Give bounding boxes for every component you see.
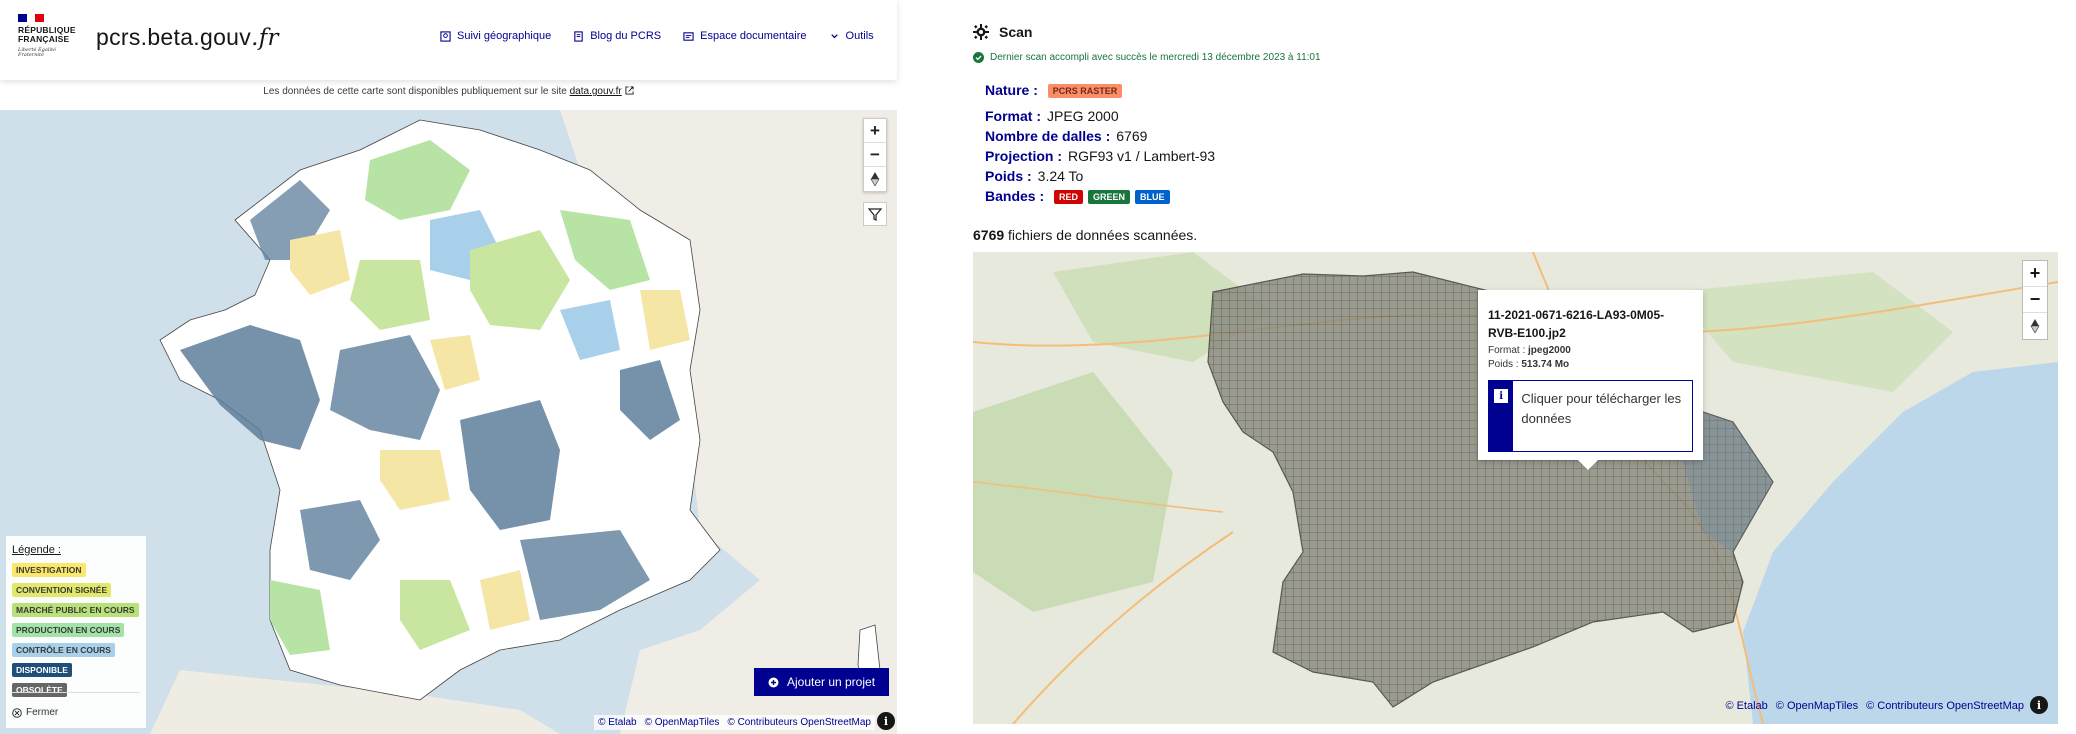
last-scan-status: Dernier scan accompli avec succès le mer… [973, 52, 1321, 63]
info-icon[interactable]: i [877, 712, 895, 730]
info-icon: i [1494, 389, 1509, 403]
legend-close-button[interactable]: Fermer [12, 707, 58, 718]
legend-badge: CONVENTION SIGNÉE [12, 583, 112, 597]
bandes-tags: RED GREEN BLUE [1054, 188, 1175, 204]
gov-name: RÉPUBLIQUE FRANÇAISE [18, 25, 76, 44]
meta-projection: Projection : RGF93 v1 / Lambert-93 [985, 148, 1216, 164]
left-map-zoom-controls: + − [863, 118, 887, 192]
projects-map[interactable]: + − Légende : INVESTIGATION CONVENTION SI… [0, 110, 897, 734]
nav-item-suivi[interactable]: Suivi géographique [440, 30, 551, 42]
document-icon [683, 31, 694, 41]
nature-badge: PCRS RASTER [1047, 84, 1123, 98]
data-gouv-link[interactable]: data.gouv.fr [570, 86, 622, 97]
legend-badge: DISPONIBLE [12, 663, 72, 677]
chevron-down-icon [830, 33, 838, 38]
site-header: RÉPUBLIQUE FRANÇAISE Liberté Égalité Fra… [0, 0, 897, 80]
nav-item-documentaire[interactable]: Espace documentaire [683, 30, 807, 42]
french-flag-icon [18, 14, 45, 22]
scan-panel: Scan Dernier scan accompli avec succès l… [955, 0, 2076, 734]
book-icon [574, 30, 583, 42]
compass-button[interactable] [864, 167, 886, 191]
republique-francaise-logo[interactable]: RÉPUBLIQUE FRANÇAISE Liberté Égalité Fra… [18, 14, 80, 66]
motto: Liberté Égalité Fraternité [18, 47, 57, 58]
external-link-icon [625, 86, 634, 95]
popup-format: Format : jpeg2000 [1488, 345, 1571, 356]
etalab-link[interactable]: © Etalab [598, 717, 637, 728]
filter-icon [868, 208, 882, 221]
download-icon-bar: i [1489, 381, 1514, 451]
legend-badge: INVESTIGATION [12, 563, 86, 577]
nav-item-outils[interactable]: Outils [829, 30, 874, 42]
meta-poids: Poids :3.24 To [985, 168, 1084, 184]
zoom-in-button[interactable]: + [864, 119, 886, 143]
map-legend: Légende : INVESTIGATION CONVENTION SIGNÉE… [6, 536, 146, 728]
band-badge: GREEN [1088, 190, 1131, 204]
band-badge: BLUE [1135, 190, 1170, 204]
band-badge: RED [1054, 190, 1084, 204]
data-notice: Les données de cette carte sont disponib… [0, 86, 897, 97]
left-pane: RÉPUBLIQUE FRANÇAISE Liberté Égalité Fra… [0, 0, 897, 734]
map-icon [440, 30, 451, 42]
compass-button[interactable] [2023, 313, 2047, 339]
scan-heading: Scan [973, 24, 1032, 40]
osm-link[interactable]: © Contributeurs OpenStreetMap [727, 717, 871, 728]
files-count: 6769 fichiers de données scannées. [973, 227, 1198, 243]
osm-link[interactable]: © Contributeurs OpenStreetMap [1866, 700, 2024, 712]
close-circle-icon [12, 707, 22, 718]
legend-badge: MARCHÉ PUBLIC EN COURS [12, 603, 139, 617]
etalab-link[interactable]: © Etalab [1725, 700, 1767, 712]
legend-badge: PRODUCTION EN COURS [12, 623, 125, 637]
left-map-attribution: © Etalab © OpenMapTiles © Contributeurs … [594, 715, 875, 730]
legend-badge: CONTRÔLE EN COURS [12, 643, 115, 657]
gear-icon [973, 24, 989, 40]
scan-title: Scan [999, 24, 1033, 40]
plus-circle-icon [768, 677, 779, 687]
right-map-zoom-controls: + − [2022, 260, 2048, 340]
tiles-map[interactable]: + − 11-2021-0671-6216-LA93-0M05-RVB-E100… [973, 252, 2058, 724]
popup-filename: 11-2021-0671-6216-LA93-0M05-RVB-E100.jp2 [1488, 308, 1665, 340]
add-project-button[interactable]: Ajouter un projet [754, 668, 889, 696]
legend-divider [12, 692, 140, 693]
openmaptiles-link[interactable]: © OpenMapTiles [1776, 700, 1858, 712]
download-label: Cliquer pour télécharger les données [1521, 391, 1682, 426]
legend-badge: OBSOLÈTE [12, 683, 67, 697]
compass-icon [2030, 319, 2040, 333]
compass-icon [870, 172, 880, 186]
main-nav: Suivi géographique Blog du PCRS Espace d… [440, 30, 874, 42]
openmaptiles-link[interactable]: © OpenMapTiles [645, 717, 720, 728]
meta-nature: Nature : PCRS RASTER [985, 82, 1127, 98]
zoom-out-button[interactable]: − [2023, 287, 2047, 313]
legend-title: Légende : [12, 544, 61, 556]
filter-button[interactable] [863, 202, 887, 226]
meta-format: Format : JPEG 2000 [985, 108, 1119, 124]
right-map-attribution: © Etalab © OpenMapTiles © Contributeurs … [1725, 700, 2024, 712]
nav-item-blog[interactable]: Blog du PCRS [573, 30, 661, 42]
zoom-in-button[interactable]: + [2023, 261, 2047, 287]
legend-items: INVESTIGATION CONVENTION SIGNÉE MARCHÉ PUB… [12, 560, 140, 700]
tile-popup: 11-2021-0671-6216-LA93-0M05-RVB-E100.jp2… [1478, 290, 1703, 470]
meta-dalles: Nombre de dalles :6769 [985, 128, 1148, 144]
check-circle-icon [973, 52, 984, 63]
info-icon[interactable]: i [2030, 696, 2048, 714]
popup-tip [1578, 460, 1598, 470]
meta-bandes: Bandes : RED GREEN BLUE [985, 188, 1175, 204]
zoom-out-button[interactable]: − [864, 143, 886, 167]
popup-poids: Poids : 513.74 Mo [1488, 359, 1570, 370]
site-name[interactable]: pcrs.beta.gouv.fr [96, 24, 279, 51]
download-link[interactable]: i Cliquer pour télécharger les données [1488, 380, 1693, 452]
